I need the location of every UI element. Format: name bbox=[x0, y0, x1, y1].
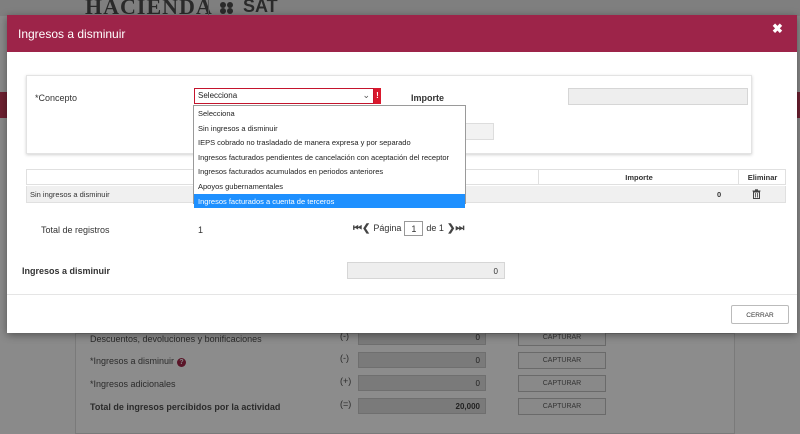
error-icon: ! bbox=[374, 88, 381, 104]
dropdown-option[interactable]: Sin ingresos a disminuir bbox=[194, 121, 465, 136]
row-importe: 0 bbox=[717, 190, 722, 199]
summary-sign: (+) bbox=[340, 376, 352, 386]
capturar-button-ingresos-disminuir[interactable]: CAPTURAR bbox=[518, 352, 606, 369]
summary-label-text: *Ingresos a disminuir bbox=[90, 356, 175, 366]
site-header: HACIENDA SAT bbox=[0, 0, 800, 19]
close-icon[interactable]: ✖ bbox=[772, 21, 783, 37]
page-of-label: de 1 bbox=[426, 223, 444, 233]
summary-label-descuentos: Descuentos, devoluciones y bonificacione… bbox=[90, 334, 262, 344]
dropdown-option[interactable]: Ingresos facturados a cuenta de terceros bbox=[194, 193, 465, 209]
last-page-icon[interactable]: ⏭ bbox=[455, 223, 464, 234]
ingresos-total-label: Ingresos a disminuir bbox=[22, 266, 111, 276]
footer-divider bbox=[7, 294, 797, 295]
column-header-importe: Importe bbox=[625, 173, 653, 182]
row-concepto: Sin ingresos a disminuir bbox=[30, 190, 110, 199]
concepto-select[interactable]: Selecciona ⌄ bbox=[194, 88, 374, 104]
summary-label-ingresos-disminuir: *Ingresos a disminuir? bbox=[90, 356, 187, 367]
dropdown-option[interactable]: IEPS cobrado no trasladado de manera exp… bbox=[194, 135, 465, 150]
next-page-icon[interactable]: ❯ bbox=[447, 223, 455, 234]
summary-sign: (=) bbox=[340, 399, 352, 409]
ingresos-total-value: 0 bbox=[347, 262, 505, 279]
modal-header: Ingresos a disminuir ✖ bbox=[7, 15, 797, 52]
dropdown-option[interactable]: Ingresos facturados pendientes de cancel… bbox=[194, 150, 465, 165]
cerrar-button[interactable]: CERRAR bbox=[731, 305, 789, 324]
trash-icon[interactable] bbox=[752, 189, 761, 199]
column-header-eliminar: Eliminar bbox=[747, 173, 778, 182]
summary-sign: (-) bbox=[340, 353, 349, 363]
capturar-button-total[interactable]: CAPTURAR bbox=[518, 398, 606, 415]
total-registros-value: 1 bbox=[198, 225, 204, 235]
concepto-label: *Concepto bbox=[35, 93, 78, 103]
summary-value-ingresos-adicionales: 0 bbox=[358, 375, 486, 391]
concepto-select-value: Selecciona bbox=[198, 91, 238, 100]
dropdown-option[interactable]: Selecciona bbox=[194, 106, 465, 121]
importe-label: Importe bbox=[411, 93, 445, 103]
summary-label-ingresos-adicionales: *Ingresos adicionales bbox=[90, 379, 176, 389]
modal-title: Ingresos a disminuir bbox=[18, 27, 126, 41]
summary-value-ingresos-disminuir: 0 bbox=[358, 352, 486, 368]
capturar-button-ingresos-adicionales[interactable]: CAPTURAR bbox=[518, 375, 606, 392]
summary-value-total: 20,000 bbox=[358, 398, 486, 414]
sat-logo-icon bbox=[220, 2, 240, 14]
dropdown-option[interactable]: Ingresos facturados acumulados en period… bbox=[194, 164, 465, 179]
chevron-down-icon: ⌄ bbox=[362, 90, 370, 100]
logo-divider bbox=[208, 0, 209, 16]
importe-input[interactable] bbox=[568, 88, 748, 105]
total-registros-label: Total de registros bbox=[41, 225, 110, 235]
help-icon[interactable]: ? bbox=[177, 358, 187, 367]
prev-page-icon[interactable]: ❮ bbox=[362, 223, 370, 234]
pagination: ⏮ ❮ Página 1 de 1 ❯ ⏭ bbox=[353, 220, 464, 236]
dropdown-option[interactable]: Apoyos gubernamentales bbox=[194, 179, 465, 194]
page-label: Página bbox=[373, 223, 402, 233]
first-page-icon[interactable]: ⏮ bbox=[353, 223, 362, 234]
concepto-dropdown: Selecciona Sin ingresos a disminuir IEPS c… bbox=[193, 105, 466, 209]
summary-label-total: Total de ingresos percibidos por la acti… bbox=[90, 402, 281, 412]
page-input[interactable]: 1 bbox=[404, 220, 424, 236]
